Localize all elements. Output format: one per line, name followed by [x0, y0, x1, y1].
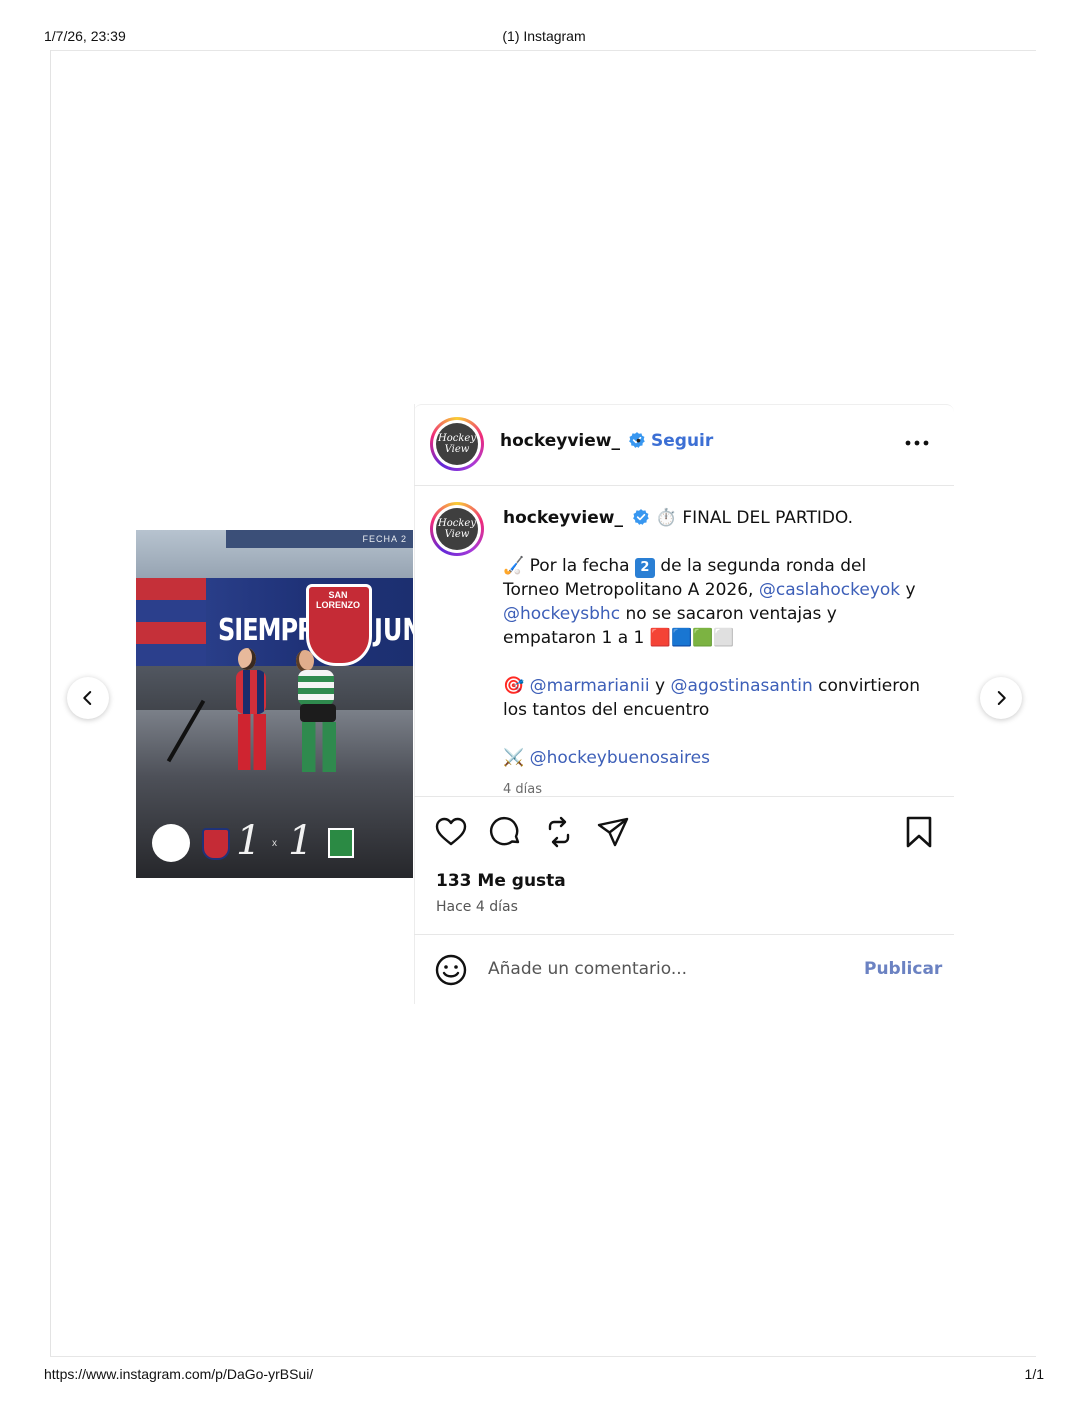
emoji-icon[interactable]: [434, 953, 468, 987]
caption-avatar[interactable]: Hockey View: [430, 502, 484, 556]
mention-link[interactable]: @hockeybuenosaires: [530, 748, 710, 768]
caption-avatar-image: Hockey View: [436, 508, 478, 550]
bookmark-icon[interactable]: [902, 815, 936, 849]
share-icon[interactable]: [596, 815, 630, 849]
print-url: https://www.instagram.com/p/DaGo-yrBSui/: [44, 1366, 314, 1382]
heart-icon[interactable]: [434, 815, 468, 849]
comment-icon[interactable]: [488, 815, 522, 849]
media-player-red: [228, 648, 274, 776]
mention-link[interactable]: @caslahockeyok: [759, 580, 900, 600]
media-score-separator: x: [272, 838, 277, 849]
mention-link[interactable]: @hockeysbhc: [503, 604, 620, 624]
caption-time: 4 días: [503, 782, 543, 796]
caption-paragraph-2: 🏑 Por la fecha 2 de la segunda ronda del…: [503, 554, 923, 650]
avatar-image: Hockey View: [436, 423, 478, 465]
action-bar: 133 Me gusta Hace 4 días: [414, 796, 954, 935]
caption-first-line: hockeyview_ ⏱️ FINAL DEL PARTIDO.: [503, 506, 923, 530]
more-icon[interactable]: [904, 430, 930, 454]
print-title: (1) Instagram: [502, 28, 586, 44]
media-score-circle: [152, 824, 190, 862]
caption-username[interactable]: hockeyview_: [503, 508, 623, 528]
caption-text: y: [900, 580, 916, 600]
mention-link[interactable]: @agostinasantin: [670, 676, 812, 696]
print-page-number: 1/1: [1024, 1366, 1044, 1382]
swords-icon: ⚔️: [503, 748, 525, 768]
caption-paragraph-4: ⚔️ @hockeybuenosaires: [503, 746, 923, 770]
avatar[interactable]: Hockey View: [430, 417, 484, 471]
comment-input[interactable]: Añade un comentario...: [488, 959, 687, 979]
chevron-left-icon: [83, 691, 92, 705]
page-divider-left: [50, 50, 51, 1356]
comment-bar: Añade un comentario... Publicar: [414, 934, 954, 1005]
media-team-crest-left: [202, 828, 230, 860]
page-divider-top: [50, 50, 1036, 51]
verified-icon: [633, 509, 650, 525]
carousel-next-button[interactable]: [980, 677, 1022, 719]
media-player-green: [284, 648, 344, 776]
header-separator: •: [636, 432, 641, 448]
caption-line1: ⏱️ FINAL DEL PARTIDO.: [655, 508, 854, 528]
page-divider-bottom: [50, 1356, 1036, 1357]
carousel-prev-button[interactable]: [67, 677, 109, 719]
mention-link[interactable]: @marmarianii: [530, 676, 650, 696]
post-media-image[interactable]: SIEMPRE SAN LORENZO JUNT FECHA 2 1 x 1: [136, 530, 413, 878]
post-timestamp: Hace 4 días: [436, 899, 518, 915]
media-fecha-label: FECHA 2: [362, 534, 407, 544]
header-username-row: hockeyview_: [500, 431, 646, 451]
media-score-left: 1: [236, 818, 262, 864]
publish-button[interactable]: Publicar: [864, 959, 942, 979]
print-header: 1/7/26, 23:39 (1) Instagram: [44, 28, 1044, 44]
caption-area: Hockey View hockeyview_ ⏱️ FINAL DEL PAR…: [414, 486, 954, 796]
target-icon: 🎯: [503, 676, 525, 696]
keycap-number: 2: [634, 558, 655, 578]
media-score-right: 1: [288, 818, 314, 864]
header-username[interactable]: hockeyview_: [500, 431, 620, 451]
repost-icon[interactable]: [542, 815, 576, 849]
caption-text: y: [649, 676, 671, 696]
media-banner-text-right: JUNT: [374, 612, 413, 648]
media-scorebar: 1 x 1: [136, 818, 413, 874]
media-crest-text: SAN LORENZO: [316, 590, 360, 610]
caption-text: 🏑 Por la fecha: [503, 556, 635, 576]
media-team-crest-right: [328, 828, 354, 858]
follow-button[interactable]: Seguir: [651, 431, 713, 451]
caption-emoji: 🟥🟦🟩⬜: [649, 628, 735, 648]
chevron-right-icon: [997, 691, 1006, 705]
likes-count[interactable]: 133 Me gusta: [436, 871, 566, 891]
media-flag: [136, 578, 206, 666]
caption-paragraph-3: 🎯 @marmarianii y @agostinasantin convirt…: [503, 674, 923, 722]
